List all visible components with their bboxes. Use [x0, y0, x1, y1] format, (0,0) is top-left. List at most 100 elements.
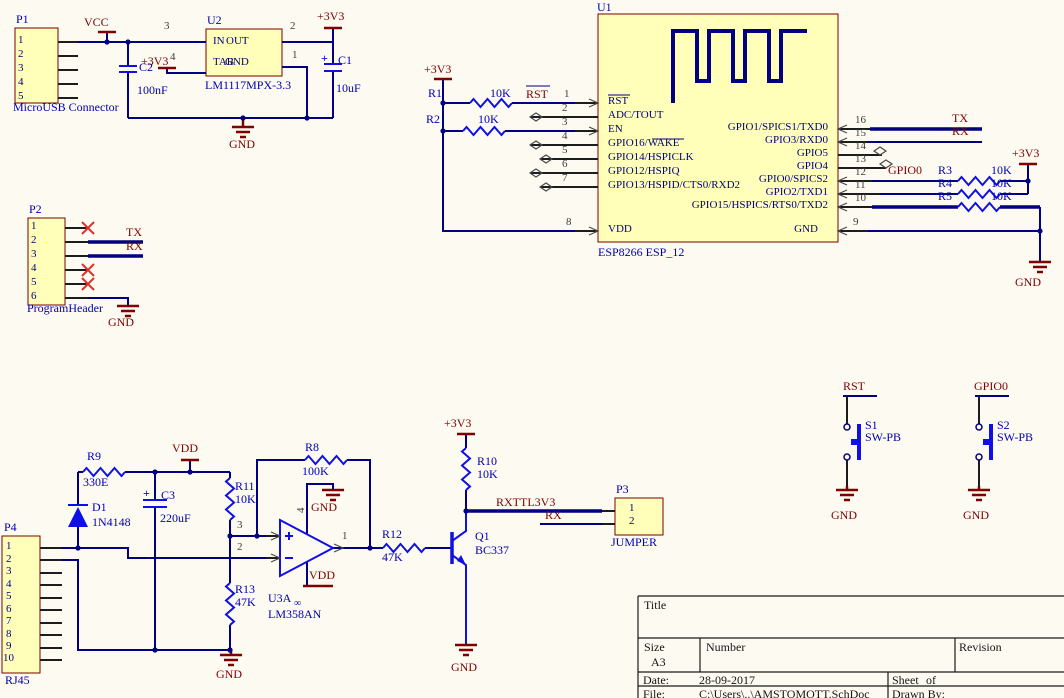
p4-pin-5: 5 [6, 591, 12, 602]
r11-designator[interactable]: R11 [235, 480, 255, 492]
c1-value[interactable]: 10uF [336, 82, 361, 94]
u1-pin-number-16: 16 [855, 115, 866, 126]
p3-designator[interactable]: P3 [616, 483, 629, 495]
r13-value[interactable]: 47K [235, 596, 256, 608]
r13-designator[interactable]: R13 [235, 583, 255, 595]
s2-actuator-nub [983, 439, 989, 445]
u1-value[interactable]: ESP8266 ESP_12 [598, 246, 684, 258]
gnd-power-label[interactable]: GND [963, 509, 989, 521]
gnd-power-label[interactable]: GND [311, 501, 337, 513]
r12-designator[interactable]: R12 [382, 528, 402, 540]
gpio0-net-label[interactable]: GPIO0 [888, 164, 922, 176]
r9-value[interactable]: 330E [83, 476, 108, 488]
d1-designator[interactable]: D1 [92, 501, 107, 513]
u2-value[interactable]: LM1117MPX-3.3 [205, 79, 291, 91]
title-block-date-value: 28-09-2017 [699, 674, 755, 686]
c2-value[interactable]: 100nF [137, 84, 168, 96]
c2-designator[interactable]: C2 [139, 61, 153, 73]
vdd-power-label[interactable]: VDD [172, 442, 198, 454]
p1-description[interactable]: MicroUSB Connector [13, 101, 119, 113]
wire[interactable] [62, 29, 1040, 650]
r3-designator[interactable]: R3 [938, 164, 952, 176]
schematic-graphics [0, 0, 1064, 698]
r11-value[interactable]: 10K [235, 493, 256, 505]
tx-net-label[interactable]: TX [952, 112, 968, 124]
p3-description[interactable]: JUMPER [611, 536, 657, 548]
gnd-power-label[interactable]: GND [108, 316, 134, 328]
r10-designator[interactable]: R10 [477, 455, 497, 467]
s2-actuator[interactable] [989, 424, 993, 460]
p4-designator[interactable]: P4 [4, 521, 17, 533]
p2-pin-3: 3 [31, 249, 37, 260]
u3a-pin-number-2: 2 [237, 542, 243, 553]
tx-net-label[interactable]: TX [126, 226, 142, 238]
r5-designator[interactable]: R5 [938, 190, 952, 202]
u1-pin-number-3: 3 [562, 117, 568, 128]
q1-value[interactable]: BC337 [475, 544, 509, 556]
r1-value[interactable]: 10K [490, 87, 511, 99]
gnd-power-label[interactable]: GND [229, 138, 255, 150]
gnd-power-label[interactable]: GND [451, 661, 477, 673]
p3v3-power-label[interactable]: +3V3 [424, 63, 451, 75]
vdd-power-label[interactable]: VDD [309, 569, 335, 581]
c1-designator[interactable]: C1 [338, 54, 352, 66]
p1-pin-4: 4 [18, 77, 24, 88]
c3-value[interactable]: 220uF [160, 512, 191, 524]
rx-net-label[interactable]: RX [545, 509, 562, 521]
gnd-power-label[interactable]: GND [831, 509, 857, 521]
p4-description[interactable]: RJ45 [5, 674, 30, 686]
r8-value[interactable]: 100K [302, 465, 329, 477]
s1-actuator[interactable] [857, 424, 861, 460]
r2-value[interactable]: 10K [478, 113, 499, 125]
title-block-of-label: of [926, 674, 936, 686]
r12-value[interactable]: 47K [382, 551, 403, 563]
rst-net-label[interactable]: RST [843, 380, 865, 392]
r1-designator[interactable]: R1 [428, 87, 442, 99]
u2-pin-number-in: 3 [164, 21, 170, 32]
rx-net-label[interactable]: RX [952, 125, 969, 137]
p3v3-power-label[interactable]: +3V3 [444, 417, 471, 429]
u3a-designator[interactable]: U3A [268, 592, 291, 604]
p3v3-power-label[interactable]: +3V3 [317, 10, 344, 22]
u1-pin-name-gpio3: GPIO3/RXD0 [633, 135, 828, 146]
gpio0-net-label[interactable]: GPIO0 [974, 380, 1008, 392]
d1-diode-icon[interactable] [68, 507, 88, 527]
vcc-power-label[interactable]: VCC [84, 16, 109, 28]
title-block-date-label: Date: [643, 674, 669, 686]
title-block-file-label: File: [643, 688, 665, 698]
r9-designator[interactable]: R9 [87, 450, 101, 462]
rst-net-label[interactable]: RST [526, 88, 548, 100]
u1-designator[interactable]: U1 [597, 1, 612, 13]
p1-designator[interactable]: P1 [16, 13, 29, 25]
u3a-value[interactable]: LM358AN [268, 608, 321, 620]
rx-net-label[interactable]: RX [126, 240, 143, 252]
r5-value[interactable]: 10K [991, 190, 1012, 202]
d1-value[interactable]: 1N4148 [92, 516, 131, 528]
u2-designator[interactable]: U2 [207, 14, 222, 26]
title-block-size-label: Size [644, 641, 665, 653]
power-symbols[interactable] [98, 28, 1051, 665]
r4-value[interactable]: 10K [991, 177, 1012, 189]
u1-pin-name-gpio2: GPIO2/TXD1 [633, 187, 828, 198]
r2-designator[interactable]: R2 [426, 113, 440, 125]
p3v3-power-label[interactable]: +3V3 [1012, 147, 1039, 159]
p3-body[interactable] [615, 498, 663, 535]
p1-pin-2: 2 [18, 49, 24, 60]
q1-designator[interactable]: Q1 [475, 530, 490, 542]
r10-value[interactable]: 10K [477, 468, 498, 480]
gnd-power-label[interactable]: GND [1015, 276, 1041, 288]
gnd-power-label[interactable]: GND [216, 668, 242, 680]
rxttl3v3-net-label[interactable]: RXTTL3V3 [496, 496, 555, 508]
s1-value[interactable]: SW-PB [865, 431, 901, 443]
p4-pin-4: 4 [6, 579, 12, 590]
p2-designator[interactable]: P2 [29, 203, 42, 215]
u1-pin-name-adc: ADC/TOUT [608, 110, 663, 121]
r3-value[interactable]: 10K [991, 164, 1012, 176]
r4-designator[interactable]: R4 [938, 177, 952, 189]
r8-designator[interactable]: R8 [305, 441, 319, 453]
p2-description[interactable]: ProgramHeader [27, 302, 103, 314]
c3-designator[interactable]: C3 [161, 489, 175, 501]
title-block-sheet-label: Sheet [892, 674, 919, 686]
u1-pin-name-rst: RST [608, 96, 628, 107]
s2-value[interactable]: SW-PB [997, 431, 1033, 443]
